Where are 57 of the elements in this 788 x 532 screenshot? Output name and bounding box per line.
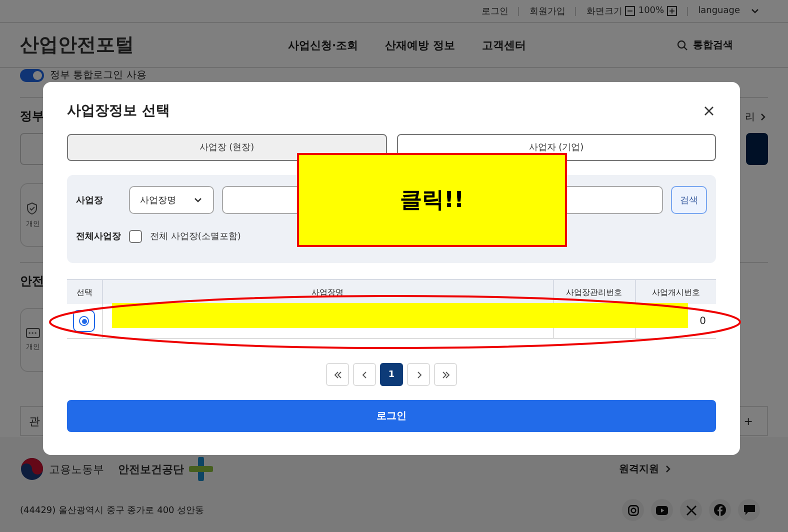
first-page-button[interactable]	[326, 363, 349, 386]
nav-item[interactable]: 사업신청·조회	[288, 38, 358, 52]
last-page-button[interactable]	[434, 363, 457, 386]
chevron-left-icon	[360, 370, 370, 380]
chevron-right-icon	[758, 112, 768, 122]
zoom-in-icon[interactable]	[667, 6, 678, 16]
column-header: 사업개시번호	[635, 280, 716, 304]
login-button[interactable]: 로그인	[67, 400, 716, 432]
instagram-icon[interactable]	[622, 499, 644, 521]
bar-label: 관	[29, 414, 40, 428]
chevron-right-icon	[663, 464, 673, 474]
more-link[interactable]: 리	[745, 110, 755, 124]
column-header: 선택	[67, 280, 102, 304]
field-label: 사업장	[76, 194, 104, 206]
org-name: 고용노동부	[49, 462, 104, 476]
emblem-icon	[20, 457, 44, 481]
plus-label: +	[744, 414, 753, 428]
nav-item[interactable]: 산재예방 정보	[385, 38, 456, 52]
page-button[interactable]: 1	[380, 363, 403, 386]
nav-item[interactable]: 고객센터	[482, 38, 526, 52]
double-chevron-left-icon	[332, 370, 342, 380]
site-logo[interactable]: 산업안전포털	[20, 32, 288, 58]
language-selector[interactable]: language	[698, 6, 740, 16]
address-text: (44429) 울산광역시 중구 종가로 400 성안동	[20, 504, 204, 516]
type-dropdown[interactable]: 사업장명	[129, 186, 214, 214]
checkbox-label: 전체 사업장(소멸포함)	[150, 231, 241, 243]
checkbox[interactable]	[129, 230, 142, 243]
section-title: 정부	[20, 108, 44, 125]
double-chevron-right-icon	[440, 370, 450, 380]
cross-logo-icon	[189, 457, 213, 481]
remote-support-link[interactable]: 원격지원	[619, 462, 659, 476]
org-name: 안전보건공단	[118, 462, 184, 476]
radio-button[interactable]	[73, 310, 96, 332]
zoom-value: 100%	[638, 6, 664, 16]
search-link[interactable]: 통합검색	[693, 38, 733, 52]
utility-link[interactable]: 로그인	[481, 4, 508, 18]
shield-icon	[26, 202, 38, 214]
zoom-out-icon[interactable]	[625, 6, 636, 16]
section-title: 안전	[20, 273, 45, 290]
field-label: 전체사업장	[76, 231, 121, 243]
youtube-icon[interactable]	[651, 499, 673, 521]
tab[interactable]: 사업장 (현장)	[67, 134, 386, 161]
password-icon	[26, 328, 40, 338]
facebook-icon[interactable]	[709, 499, 731, 521]
chevron-down-icon	[750, 6, 760, 16]
speech-bubble-icon[interactable]	[738, 499, 760, 521]
close-button[interactable]	[702, 104, 716, 118]
zoom-label: 화면크기	[586, 6, 622, 18]
chevron-down-icon	[193, 195, 203, 205]
search-icon	[677, 40, 688, 50]
x-icon[interactable]	[680, 499, 702, 521]
modal-title: 사업장정보 선택	[67, 102, 170, 120]
click-tooltip: 클릭!!	[297, 153, 567, 247]
toggle-switch[interactable]	[20, 68, 44, 82]
utility-link[interactable]: 회원가입	[529, 4, 566, 18]
toggle-label: 정부 통합로그인 사용	[50, 69, 146, 82]
search-button[interactable]: 검색	[671, 186, 707, 214]
